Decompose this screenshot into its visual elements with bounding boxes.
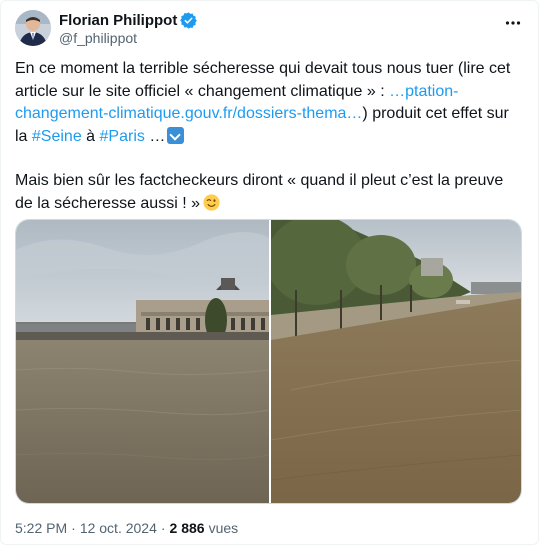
media-grid bbox=[15, 219, 522, 504]
text-segment: à bbox=[81, 127, 100, 145]
tweet-card: Florian Philippot @f_philippot En ce mom… bbox=[0, 0, 539, 545]
tweet-paragraph-1: En ce moment la terrible sécheresse qui … bbox=[15, 58, 525, 148]
winking-face-emoji-icon bbox=[203, 193, 220, 211]
tweet-header: Florian Philippot @f_philippot bbox=[15, 9, 525, 49]
verified-badge-icon bbox=[180, 11, 198, 29]
views-label: vues bbox=[208, 520, 239, 536]
arrow-down-emoji-icon bbox=[167, 126, 185, 144]
display-name-row: Florian Philippot bbox=[59, 10, 198, 30]
avatar-image bbox=[15, 10, 51, 46]
photo-seine-quay[interactable] bbox=[266, 220, 521, 503]
hashtag-seine-link[interactable]: #Seine bbox=[32, 128, 82, 145]
tweet-time[interactable]: 5:22 PM bbox=[15, 520, 67, 536]
author-names: Florian Philippot @f_philippot bbox=[59, 10, 198, 46]
hashtag-paris-link[interactable]: #Paris bbox=[100, 128, 145, 145]
more-options-icon[interactable] bbox=[503, 13, 523, 33]
views-count: 2 886 bbox=[169, 520, 205, 536]
tweet-meta: 5:22 PM · 12 oct. 2024 · 2 886 vues bbox=[15, 520, 238, 536]
photo-seine-orsay[interactable] bbox=[16, 220, 270, 503]
author-display-name[interactable]: Florian Philippot bbox=[59, 12, 177, 29]
author-handle[interactable]: @f_philippot bbox=[59, 30, 197, 46]
meta-separator: · bbox=[160, 520, 166, 536]
tweet-date[interactable]: 12 oct. 2024 bbox=[80, 520, 157, 536]
tweet-paragraph-2: Mais bien sûr les factcheckeurs diront «… bbox=[15, 170, 525, 215]
avatar[interactable] bbox=[15, 10, 51, 46]
text-segment: … bbox=[144, 127, 166, 145]
tweet-text: En ce moment la terrible sécheresse qui … bbox=[15, 58, 525, 215]
meta-separator: · bbox=[71, 520, 76, 536]
text-segment: Mais bien sûr les factcheckeurs diront «… bbox=[15, 172, 504, 212]
